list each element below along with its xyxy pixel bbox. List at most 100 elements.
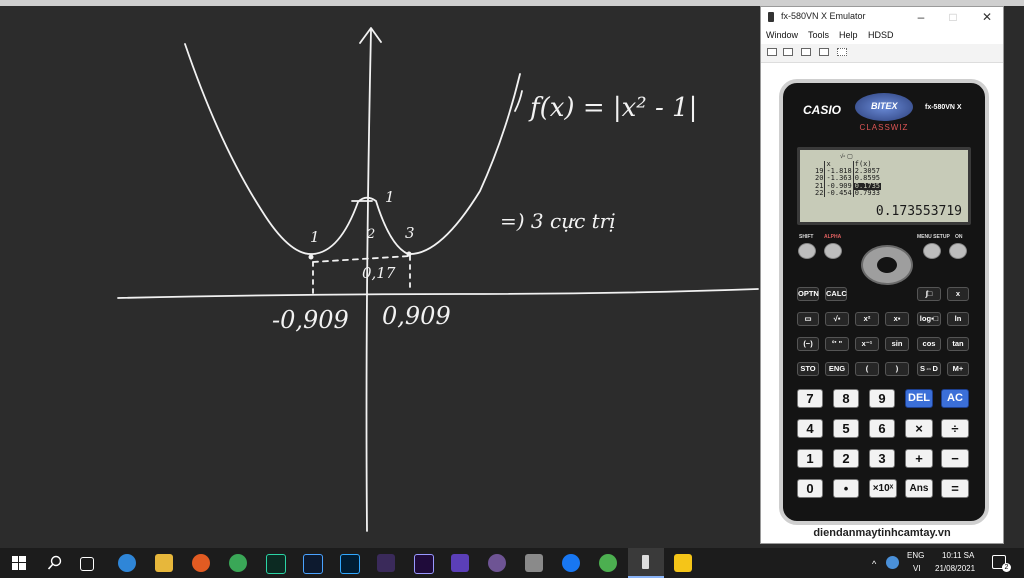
multiply-key[interactable]: × [905, 419, 933, 438]
ans-key[interactable]: Ans [905, 479, 933, 498]
extremum-right-dot [406, 251, 412, 257]
menu-window[interactable]: Window [766, 30, 798, 40]
del-key[interactable]: DEL [905, 389, 933, 408]
conclusion-text: =) 3 cực trị [500, 209, 616, 233]
cos-key[interactable]: cos [917, 337, 941, 351]
ln-key[interactable]: ln [947, 312, 969, 326]
divide-key[interactable]: ÷ [941, 419, 969, 438]
dpad-replay-button[interactable] [861, 245, 913, 285]
key-0[interactable]: 0 [797, 479, 823, 498]
close-button[interactable]: ✕ [973, 9, 1001, 25]
sto-key[interactable]: STO [797, 362, 819, 376]
website-footer: diendanmaytinhcamtay.vn [813, 527, 951, 539]
formula-text: f(x) = |x² - 1| [528, 93, 697, 123]
key-2[interactable]: 2 [833, 449, 859, 468]
task-view-icon[interactable] [80, 557, 94, 571]
on-button[interactable] [949, 243, 967, 259]
emulator-titlebar[interactable]: fx-580VN X Emulator – □ ✕ [761, 7, 1003, 27]
log-key[interactable]: log▪□ [917, 312, 941, 326]
sticky-notes-icon[interactable] [674, 554, 692, 572]
key-8[interactable]: 8 [833, 389, 859, 408]
key-3[interactable]: 3 [869, 449, 895, 468]
calculator-icon [768, 12, 774, 22]
square-key[interactable]: x² [855, 312, 879, 326]
optn-key[interactable]: OPTN [797, 287, 819, 301]
search-icon[interactable] [47, 555, 63, 571]
menu-hdsd[interactable]: HDSD [868, 30, 894, 40]
facebook-icon[interactable] [562, 554, 580, 572]
sqrt-key[interactable]: √▪ [825, 312, 849, 326]
tan-key[interactable]: tan [947, 337, 969, 351]
eng-key[interactable]: ENG [825, 362, 849, 376]
fraction-key[interactable]: ▭ [797, 312, 819, 326]
display-icon[interactable] [819, 48, 829, 56]
equals-key[interactable]: = [941, 479, 969, 498]
emulator-window[interactable]: fx-580VN X Emulator – □ ✕ Window Tools H… [760, 6, 1004, 544]
tray-chevron-icon[interactable]: ^ [872, 559, 876, 569]
key-1[interactable]: 1 [797, 449, 823, 468]
ac-key[interactable]: AC [941, 389, 969, 408]
emulator-menubar: Window Tools Help HDSD [761, 27, 1003, 43]
audition-icon[interactable] [266, 554, 286, 574]
visual-studio-icon[interactable] [451, 554, 469, 572]
emulator-taskbar-button[interactable] [628, 548, 664, 578]
negative-key[interactable]: (−) [797, 337, 819, 351]
key-9[interactable]: 9 [869, 389, 895, 408]
after-effects-icon[interactable] [414, 554, 434, 574]
edge-browser-icon[interactable] [118, 554, 136, 572]
window-icon[interactable] [783, 48, 793, 56]
lightroom-icon[interactable] [303, 554, 323, 574]
utility-icon[interactable] [599, 554, 617, 572]
windows-start-icon[interactable] [12, 556, 26, 570]
key-7[interactable]: 7 [797, 389, 823, 408]
m-plus-key[interactable]: M+ [947, 362, 969, 376]
menu-setup-label: MENU SETUP [917, 234, 950, 240]
tray-app-icon[interactable] [886, 556, 899, 569]
sd-key[interactable]: S⇔D [917, 362, 941, 376]
calculator-screen: √▫ ▢ x f(x) 19 -1.818 2.3057 20 -1.363 0… [797, 147, 971, 225]
close-paren-key[interactable]: ) [885, 362, 909, 376]
exp10-key[interactable]: ×10ˣ [869, 479, 897, 498]
menu-tools[interactable]: Tools [808, 30, 829, 40]
decimal-key[interactable]: • [833, 479, 859, 498]
language-label[interactable]: ENG [907, 551, 924, 560]
inverse-key[interactable]: x⁻¹ [855, 337, 879, 351]
app-icon[interactable] [525, 554, 543, 572]
chrome-icon[interactable] [229, 554, 247, 572]
windows-taskbar: ^ ENG VI 10:11 SA 21/08/2021 2 [0, 548, 1024, 578]
minus-key[interactable]: − [941, 449, 969, 468]
input-method-label[interactable]: VI [913, 564, 921, 573]
file-explorer-icon[interactable] [155, 554, 173, 572]
key-4[interactable]: 4 [797, 419, 823, 438]
screen-icon[interactable] [801, 48, 811, 56]
media-encoder-icon[interactable] [377, 554, 395, 572]
minimize-button[interactable]: – [907, 9, 935, 25]
grid-icon[interactable] [837, 48, 847, 56]
photoshop-icon[interactable] [340, 554, 360, 574]
alpha-button[interactable] [824, 243, 842, 259]
calc-key[interactable]: CALC [825, 287, 847, 301]
variable-x-key[interactable]: x [947, 287, 969, 301]
clock-time[interactable]: 10:11 SA [942, 551, 974, 560]
screen-indicator: √▫ ▢ [840, 154, 853, 160]
helper-dash-horizontal [312, 255, 411, 263]
menu-button[interactable] [923, 243, 941, 259]
github-icon[interactable] [488, 554, 506, 572]
open-paren-key[interactable]: ( [855, 362, 879, 376]
sin-key[interactable]: sin [885, 337, 909, 351]
capture-icon[interactable] [767, 48, 777, 56]
degree-key[interactable]: °' " [825, 337, 849, 351]
power-key[interactable]: x▪ [885, 312, 909, 326]
key-6[interactable]: 6 [869, 419, 895, 438]
formula-underline [514, 90, 523, 112]
shift-button[interactable] [798, 243, 816, 259]
firefox-icon[interactable] [192, 554, 210, 572]
integral-key[interactable]: ∫□ [917, 287, 941, 301]
maximize-button[interactable]: □ [939, 9, 967, 25]
key-5[interactable]: 5 [833, 419, 859, 438]
clock-date[interactable]: 21/08/2021 [935, 564, 975, 573]
label-extremum-2: 2 [366, 227, 375, 242]
plus-key[interactable]: + [905, 449, 933, 468]
menu-help[interactable]: Help [839, 30, 858, 40]
drawing-board[interactable]: f(x) = |x² - 1| =) 3 cực trị 1 2 3 1 0,1… [0, 6, 760, 548]
